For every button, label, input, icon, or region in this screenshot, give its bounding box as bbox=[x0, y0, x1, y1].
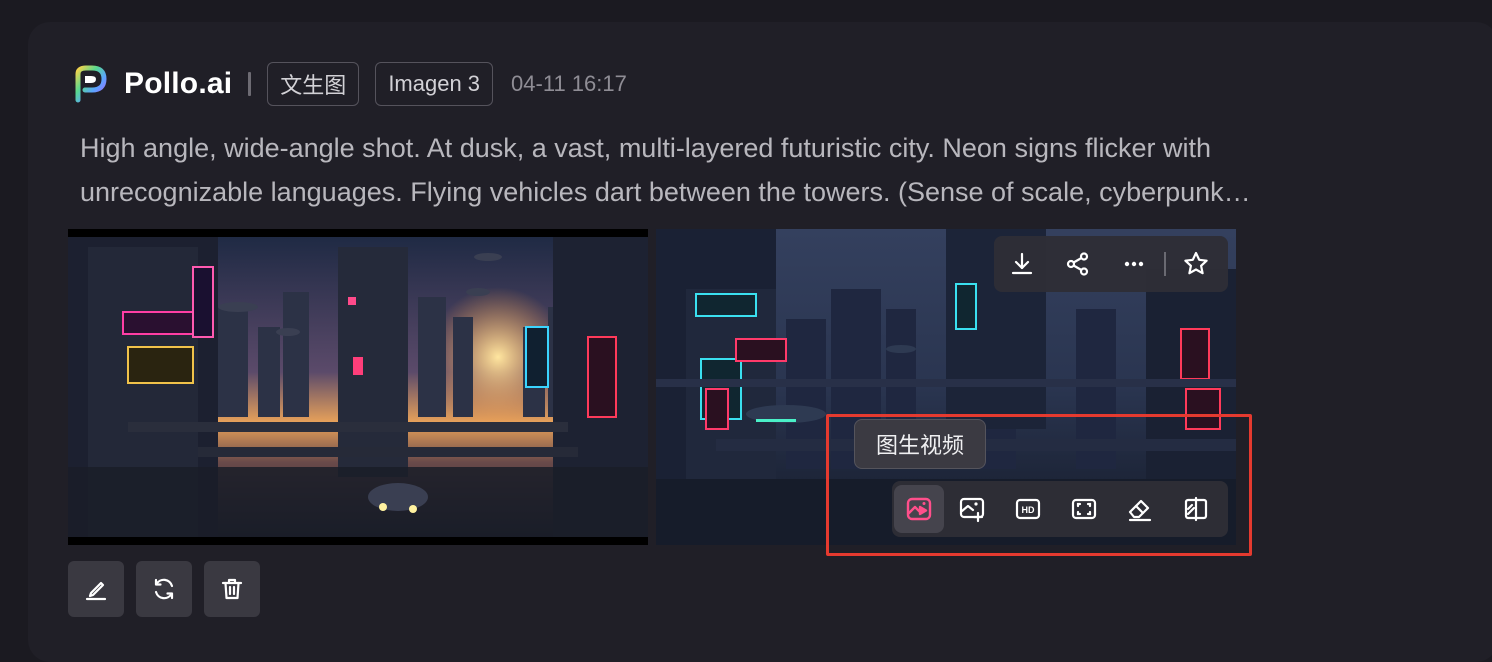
pollo-logo-icon bbox=[75, 65, 107, 103]
delete-button[interactable] bbox=[204, 561, 260, 617]
tooltip: 图生视频 bbox=[854, 419, 986, 469]
image-to-video-button[interactable] bbox=[894, 485, 944, 533]
card-header: Pollo.ai 文生图 Imagen 3 04-11 16:17 bbox=[68, 60, 627, 108]
remove-background-icon bbox=[1184, 496, 1208, 522]
prompt-text: High angle, wide-angle shot. At dusk, a … bbox=[80, 126, 1460, 214]
hd-upscale-icon: HD bbox=[1015, 498, 1041, 520]
image-to-video-icon bbox=[906, 497, 932, 521]
svg-text:HD: HD bbox=[1022, 505, 1035, 515]
share-icon bbox=[1066, 252, 1089, 276]
more-icon bbox=[1124, 261, 1144, 267]
edit-icon bbox=[85, 581, 107, 601]
prompt-line-1: High angle, wide-angle shot. At dusk, a … bbox=[80, 133, 1211, 163]
image-toolbar bbox=[994, 236, 1228, 292]
eraser-icon bbox=[1128, 499, 1152, 522]
image-to-image-button[interactable] bbox=[944, 481, 1000, 537]
timestamp: 04-11 16:17 bbox=[511, 71, 627, 96]
edit-button[interactable] bbox=[68, 561, 124, 617]
header-divider bbox=[248, 72, 252, 96]
more-button[interactable] bbox=[1106, 236, 1162, 292]
type-tag: 文生图 bbox=[267, 62, 360, 106]
edit-toolbar: HD bbox=[892, 481, 1228, 537]
share-button[interactable] bbox=[1050, 236, 1106, 292]
image-to-image-icon bbox=[959, 497, 985, 523]
regenerate-icon bbox=[154, 578, 174, 600]
star-icon bbox=[1183, 251, 1208, 275]
model-tag: Imagen 3 bbox=[375, 62, 494, 106]
expand-icon bbox=[1071, 498, 1097, 520]
card-actions bbox=[68, 561, 272, 617]
prompt-line-2: unrecognizable languages. Flying vehicle… bbox=[80, 177, 1251, 207]
generated-image-1[interactable] bbox=[68, 229, 648, 545]
delete-icon bbox=[221, 578, 243, 600]
hd-upscale-button[interactable]: HD bbox=[1000, 481, 1056, 537]
eraser-button[interactable] bbox=[1112, 481, 1168, 537]
brand-name: Pollo.ai bbox=[124, 67, 233, 100]
download-icon bbox=[1011, 252, 1033, 275]
favorite-button[interactable] bbox=[1168, 236, 1224, 292]
expand-button[interactable] bbox=[1056, 481, 1112, 537]
remove-background-button[interactable] bbox=[1168, 481, 1224, 537]
toolbar-divider bbox=[1164, 252, 1166, 276]
regenerate-button[interactable] bbox=[136, 561, 192, 617]
download-button[interactable] bbox=[994, 236, 1050, 292]
